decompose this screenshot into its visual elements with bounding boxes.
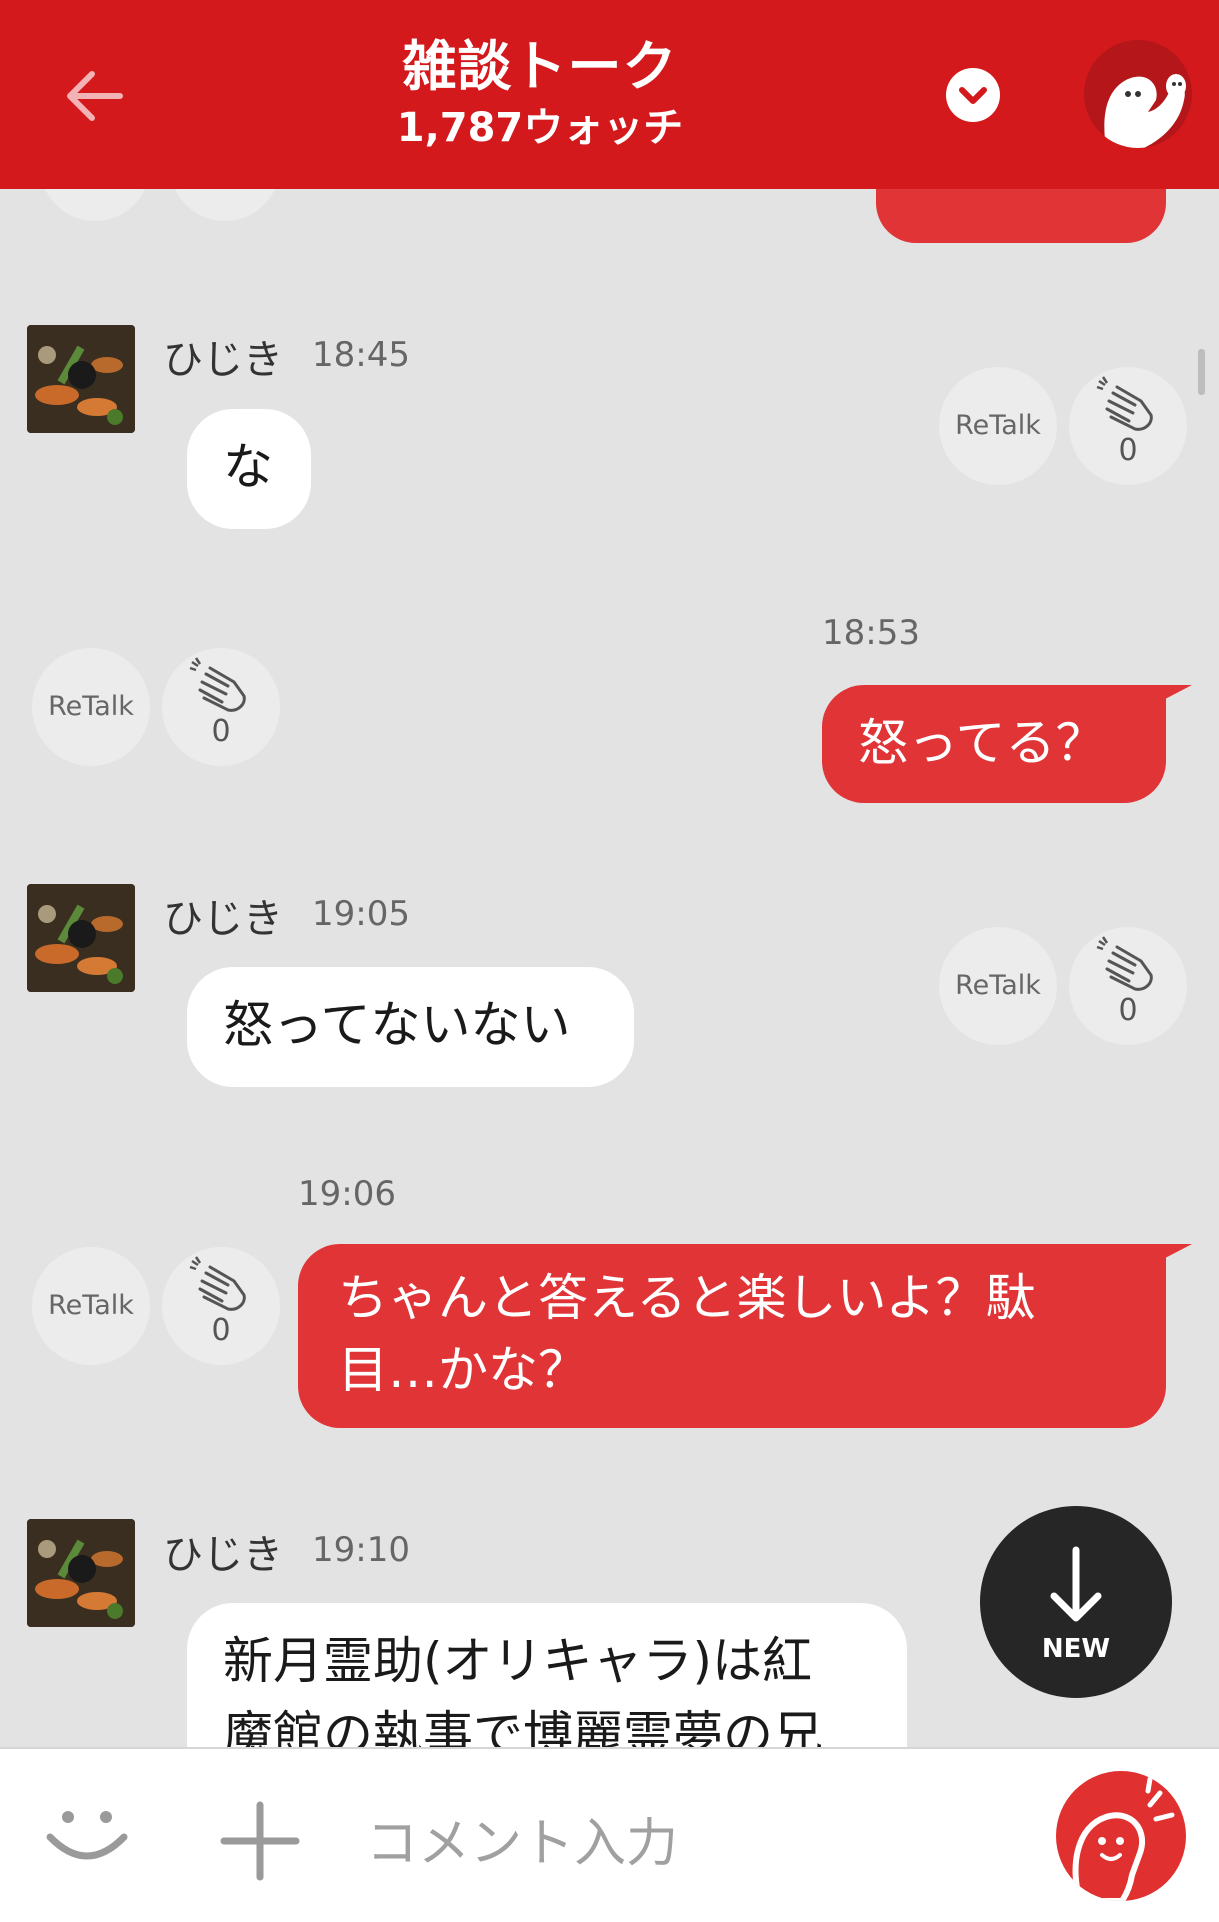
clap-button[interactable]: 0 xyxy=(162,1247,280,1365)
message-bubble[interactable]: な xyxy=(187,409,311,529)
message-bubble[interactable]: 怒ってないない xyxy=(187,967,634,1087)
clap-count: 0 xyxy=(1118,433,1138,468)
retalk-button[interactable]: ReTalk xyxy=(32,648,150,766)
sender-name: ひじき xyxy=(163,337,283,383)
message-time: 19:06 xyxy=(298,1174,396,1214)
mascot-avatar[interactable] xyxy=(1084,40,1192,148)
partial-avatar-circle xyxy=(40,189,150,221)
message-text-line-1: ちゃんと答えると楽しいよ？駄 xyxy=(338,1269,1036,1327)
clap-button[interactable]: 0 xyxy=(1069,927,1187,1045)
clap-count: 0 xyxy=(1118,993,1138,1028)
message-text-line-2: 目…かな？ xyxy=(338,1341,588,1399)
page-title: 雑談トーク xyxy=(402,35,678,98)
message-time: 18:45 xyxy=(312,335,410,375)
sender-name: ひじき xyxy=(163,896,283,942)
message-bubble[interactable]: 新月霊助(オリキャラ)は紅 魔館の執事で博麗霊夢の兄 xyxy=(187,1603,907,1747)
partial-avatar-circle xyxy=(170,189,280,221)
comment-input[interactable]: コメント入力 xyxy=(366,1801,678,1876)
new-label: NEW xyxy=(1041,1634,1111,1664)
speaking-mascot-icon xyxy=(1072,1776,1175,1901)
clap-icon xyxy=(189,1256,246,1311)
message-time: 19:05 xyxy=(312,894,410,934)
sender-name: ひじき xyxy=(163,1532,283,1578)
clap-button[interactable]: 0 xyxy=(1069,367,1187,485)
scrollbar[interactable] xyxy=(1198,349,1205,395)
clap-icon xyxy=(189,657,246,712)
clap-count: 0 xyxy=(211,1313,231,1348)
clap-icon xyxy=(1096,936,1153,991)
plus-icon[interactable] xyxy=(220,1801,300,1881)
user-avatar[interactable] xyxy=(27,884,135,992)
message-text-line-2: 魔館の執事で博麗霊夢の兄 xyxy=(223,1706,823,1747)
message-time: 18:53 xyxy=(822,613,920,653)
partial-message-bubble xyxy=(876,189,1166,243)
smiley-icon[interactable] xyxy=(42,1797,132,1877)
top-bar: 雑談トーク 1,787ウォッチ xyxy=(0,0,1219,189)
message-time: 19:10 xyxy=(312,1530,410,1570)
watch-count: 1,787ウォッチ xyxy=(396,105,684,151)
bubble-tail xyxy=(1146,1244,1192,1268)
retalk-button[interactable]: ReTalk xyxy=(939,927,1057,1045)
message-bubble[interactable]: 怒ってる？ xyxy=(822,685,1166,803)
send-button[interactable] xyxy=(1056,1771,1186,1901)
message-bubble[interactable]: ちゃんと答えると楽しいよ？駄 目…かな？ xyxy=(298,1244,1166,1428)
message-text-line-1: 新月霊助(オリキャラ)は紅 xyxy=(223,1632,813,1690)
retalk-button[interactable]: ReTalk xyxy=(939,367,1057,485)
clap-count: 0 xyxy=(211,714,231,749)
retalk-button[interactable]: ReTalk xyxy=(32,1247,150,1365)
user-avatar[interactable] xyxy=(27,1519,135,1627)
bubble-tail xyxy=(1146,685,1192,709)
clap-icon xyxy=(1096,376,1153,431)
input-bar: コメント入力 xyxy=(0,1747,1219,1922)
message-text: 怒ってないない xyxy=(223,996,571,1054)
message-text: な xyxy=(223,438,273,496)
scroll-to-new-button[interactable]: NEW xyxy=(980,1506,1172,1698)
arrow-down-icon xyxy=(1050,1546,1102,1622)
user-avatar[interactable] xyxy=(27,325,135,433)
clap-button[interactable]: 0 xyxy=(162,648,280,766)
message-text: 怒ってる？ xyxy=(858,714,1106,772)
chevron-down-icon[interactable] xyxy=(946,68,1000,122)
